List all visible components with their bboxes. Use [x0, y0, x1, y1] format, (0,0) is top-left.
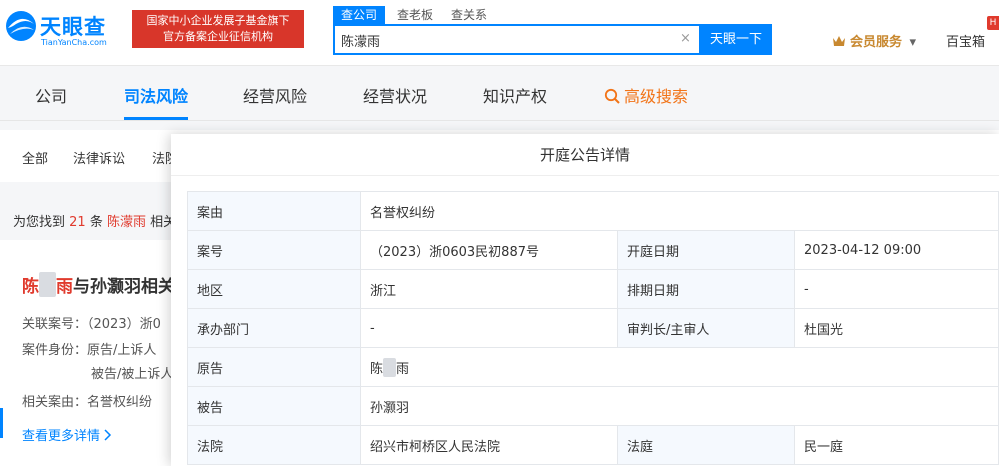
- search-box: ×: [333, 24, 701, 55]
- title-name-last: 雨: [56, 277, 73, 297]
- result-unit: 条: [89, 215, 103, 230]
- top-header: 天眼查 TianYanCha.com 国家中小企业发展子基金旗下 官方备案企业征…: [0, 0, 999, 66]
- active-tab-underline: [124, 117, 188, 120]
- detail-table: 案由 名誉权纠纷 案号 （2023）浙0603民初887号 开庭日期 2023-…: [187, 191, 999, 465]
- card-role-2: 被告/被上诉人: [91, 367, 174, 382]
- label-region: 地区: [187, 269, 361, 309]
- label-court: 法院: [187, 425, 361, 465]
- value-schedule-date: -: [794, 269, 999, 309]
- result-prefix: 为您找到: [13, 215, 66, 230]
- hearing-notice-dialog: 开庭公告详情 案由 名誉权纠纷 案号 （2023）浙0603民初887号 开庭日…: [171, 134, 999, 466]
- card-cause: 相关案由：名誉权纠纷: [22, 395, 153, 410]
- nav-operating-status[interactable]: 经营状况: [363, 83, 427, 107]
- label-defendant: 被告: [187, 386, 361, 426]
- label-hearing-date: 开庭日期: [617, 230, 795, 270]
- result-count: 为您找到 21 条 陈濛雨 相关: [13, 211, 176, 230]
- label-cause: 案由: [187, 191, 361, 231]
- tab-search-relation[interactable]: 查关系: [451, 6, 487, 24]
- main-nav: 公司 司法风险 经营风险 经营状况 知识产权 高级搜索: [0, 67, 999, 121]
- title-rest: 与孙灏羽相关: [73, 277, 175, 297]
- table-row: 承办部门 - 审判长/主审人 杜国光: [187, 308, 999, 348]
- card-case-number: 关联案号：（2023）浙0: [22, 317, 161, 332]
- search-icon: [604, 88, 620, 104]
- chevron-down-icon: ▾: [909, 35, 917, 50]
- label-case-number: 案号: [187, 230, 361, 270]
- card-role-1: 案件身份：原告/上诉人: [22, 343, 157, 358]
- value-courtroom: 民一庭: [794, 425, 999, 465]
- eye-logo-icon: [6, 11, 36, 41]
- value-cause: 名誉权纠纷: [360, 191, 999, 231]
- result-number: 21: [69, 215, 86, 230]
- plaintiff-name-last: 雨: [396, 361, 410, 377]
- card-title[interactable]: 陈濛雨与孙灏羽相关: [22, 272, 175, 297]
- value-region: 浙江: [360, 269, 618, 309]
- filter-all[interactable]: 全部: [22, 148, 48, 167]
- nav-operating-risk[interactable]: 经营风险: [243, 83, 307, 107]
- left-accent-bar: [0, 408, 3, 438]
- table-row: 案由 名誉权纠纷: [187, 191, 999, 231]
- result-keyword: 陈濛雨: [107, 215, 147, 230]
- logo-text: 天眼查: [40, 15, 106, 39]
- value-plaintiff: 陈濛雨: [360, 347, 999, 387]
- value-department: -: [360, 308, 618, 348]
- view-more-label: 查看更多详情: [22, 429, 101, 444]
- vip-service-menu[interactable]: 会员服务 ▾: [832, 31, 916, 50]
- label-department: 承办部门: [187, 308, 361, 348]
- crown-icon: [833, 36, 845, 46]
- label-courtroom: 法庭: [617, 425, 795, 465]
- filter-lawsuit[interactable]: 法律诉讼: [73, 148, 125, 167]
- treasure-box-menu[interactable]: 百宝箱: [946, 31, 985, 50]
- search-input[interactable]: [341, 29, 661, 51]
- table-row: 法院 绍兴市柯桥区人民法院 法庭 民一庭: [187, 425, 999, 465]
- blurred-text: 濛: [39, 272, 56, 297]
- value-court: 绍兴市柯桥区人民法院: [360, 425, 618, 465]
- title-name-first: 陈: [22, 277, 39, 297]
- value-case-number: （2023）浙0603民初887号: [360, 230, 618, 270]
- table-row: 地区 浙江 排期日期 -: [187, 269, 999, 309]
- nav-judicial-risk[interactable]: 司法风险: [124, 83, 188, 107]
- search-button[interactable]: 天眼一下: [700, 24, 772, 55]
- banner-line-2: 官方备案企业征信机构: [163, 30, 273, 43]
- value-hearing-date: 2023-04-12 09:00: [794, 230, 999, 270]
- vip-service-label: 会员服务: [850, 35, 903, 50]
- value-presiding-judge: 杜国光: [794, 308, 999, 348]
- dialog-title: 开庭公告详情: [171, 134, 999, 176]
- clear-icon[interactable]: ×: [680, 31, 691, 46]
- plaintiff-name-first: 陈: [370, 361, 384, 377]
- hot-badge: H: [987, 16, 999, 30]
- nav-company[interactable]: 公司: [35, 83, 67, 107]
- banner-line-1: 国家中小企业发展子基金旗下: [146, 14, 290, 27]
- label-presiding-judge: 审判长/主审人: [617, 308, 795, 348]
- tab-search-boss[interactable]: 查老板: [397, 6, 433, 24]
- table-row: 案号 （2023）浙0603民初887号 开庭日期 2023-04-12 09:…: [187, 230, 999, 270]
- logo-subtext: TianYanCha.com: [41, 38, 107, 47]
- nav-advanced-search[interactable]: 高级搜索: [604, 83, 688, 107]
- label-schedule-date: 排期日期: [617, 269, 795, 309]
- tianyancha-logo[interactable]: 天眼查 TianYanCha.com: [4, 8, 124, 54]
- tab-search-company[interactable]: 查公司: [333, 6, 386, 24]
- value-defendant: 孙灏羽: [360, 386, 999, 426]
- view-more-link[interactable]: 查看更多详情: [22, 425, 112, 444]
- nav-intellectual-property[interactable]: 知识产权: [483, 83, 547, 107]
- table-row: 被告 孙灏羽: [187, 386, 999, 426]
- label-plaintiff: 原告: [187, 347, 361, 387]
- certification-banner: 国家中小企业发展子基金旗下 官方备案企业征信机构: [132, 10, 304, 48]
- nav-advanced-search-label: 高级搜索: [624, 87, 689, 106]
- table-row: 原告 陈濛雨: [187, 347, 999, 387]
- chevron-right-icon: [104, 429, 112, 441]
- blurred-text: 濛: [383, 357, 397, 377]
